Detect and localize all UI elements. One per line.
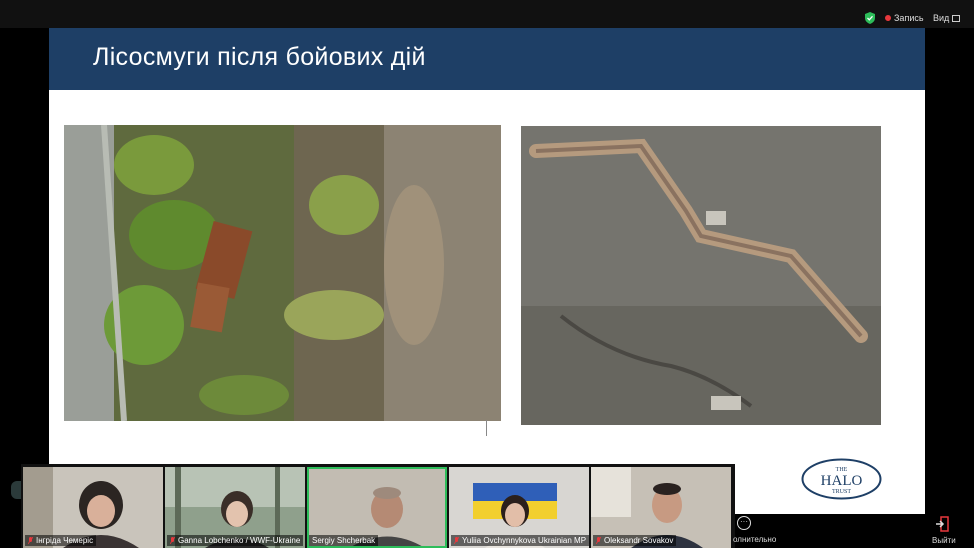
participant-strip: Інгріда Чемеріс Ganna Lobchenko / WWF-Uk…: [21, 464, 735, 548]
exit-icon[interactable]: [935, 516, 949, 532]
participant-tile[interactable]: Oleksandr Sovakov: [591, 467, 731, 548]
participant-name-label: Інгріда Чемеріс: [25, 535, 97, 546]
trenches-aerial-photo: [521, 126, 881, 425]
recording-indicator[interactable]: Запись: [885, 13, 924, 23]
participant-tile[interactable]: Ganna Lobchenko / WWF-Ukraine: [165, 467, 305, 548]
halo-trust-logo: THE HALO TRUST: [801, 458, 882, 500]
participant-name: Ganna Lobchenko / WWF-Ukraine: [178, 536, 301, 545]
grid-view-icon: [952, 14, 961, 22]
view-button[interactable]: Вид: [933, 13, 961, 23]
participant-name-label: Yuliia Ovchynnykova Ukrainian MP: [451, 535, 589, 546]
slide-header: Лісосмуги після бойових дій: [49, 28, 925, 90]
more-options-label[interactable]: олнительно: [733, 535, 776, 544]
participant-tile[interactable]: Yuliia Ovchynnykova Ukrainian MP: [449, 467, 589, 548]
record-dot-icon: [885, 15, 891, 21]
meeting-topbar: Запись Вид: [0, 0, 974, 28]
mic-muted-icon: [28, 537, 33, 544]
slide-separator: [486, 420, 487, 436]
participant-name-label: Sergiy Shcherbak: [309, 535, 379, 546]
mic-muted-icon: [596, 537, 601, 544]
participant-name: Інгріда Чемеріс: [36, 536, 94, 545]
participant-tile[interactable]: Інгріда Чемеріс: [23, 467, 163, 548]
shield-check-icon[interactable]: [864, 12, 876, 24]
mic-muted-icon: [170, 537, 175, 544]
more-options-icon[interactable]: ···: [737, 516, 751, 530]
slide-title: Лісосмуги після бойових дій: [93, 43, 426, 71]
forest-belt-aerial-photo: [64, 125, 501, 421]
participant-name: Sergiy Shcherbak: [312, 536, 376, 545]
participant-name-label: Ganna Lobchenko / WWF-Ukraine: [167, 535, 304, 546]
logo-trust-text: TRUST: [832, 489, 851, 495]
participant-name-label: Oleksandr Sovakov: [593, 535, 677, 546]
participant-tile-active-speaker[interactable]: Sergiy Shcherbak: [307, 467, 447, 548]
view-label: Вид: [933, 13, 950, 23]
record-label: Запись: [894, 13, 924, 23]
exit-label[interactable]: Выйти: [932, 536, 956, 545]
participant-name: Oleksandr Sovakov: [604, 536, 674, 545]
shared-screen-slide: Лісосмуги після бойових дій THE HALO TRU…: [49, 28, 925, 516]
participant-name: Yuliia Ovchynnykova Ukrainian MP: [462, 536, 587, 545]
logo-halo-text: HALO: [821, 473, 863, 489]
mic-muted-icon: [454, 537, 459, 544]
